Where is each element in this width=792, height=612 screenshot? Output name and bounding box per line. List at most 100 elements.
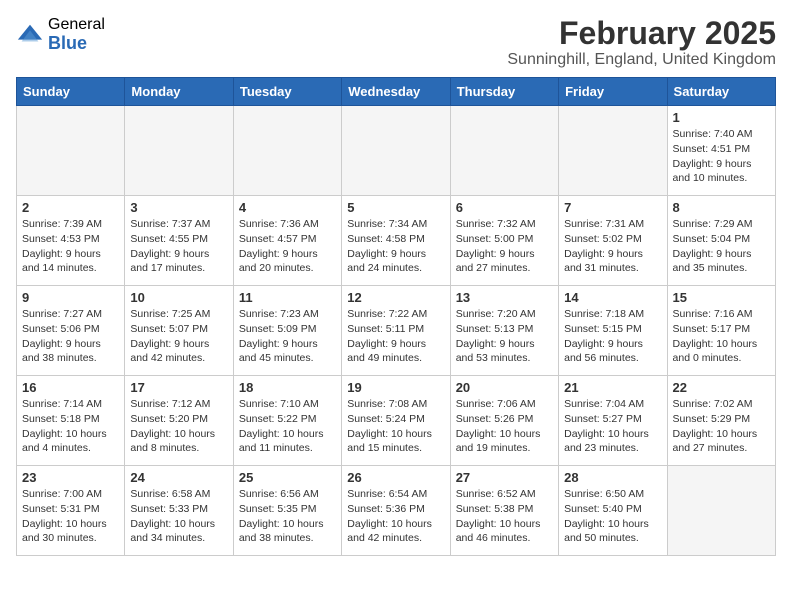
calendar-cell: 8Sunrise: 7:29 AM Sunset: 5:04 PM Daylig…: [667, 196, 775, 286]
calendar-cell: 6Sunrise: 7:32 AM Sunset: 5:00 PM Daylig…: [450, 196, 558, 286]
calendar-cell: 27 Sunrise: 6:52 AM Sunset: 5:38 PM Dayli…: [450, 466, 558, 556]
day-number: 2: [22, 200, 119, 215]
calendar-cell: 10 Sunrise: 7:25 AM Sunset: 5:07 PM Dayli…: [125, 286, 233, 376]
calendar-cell: 19 Sunrise: 7:08 AM Sunset: 5:24 PM Dayli…: [342, 376, 450, 466]
day-number: 5: [347, 200, 444, 215]
day-number: 25: [239, 470, 336, 485]
logo-blue: Blue: [48, 34, 105, 54]
weekday-header: Friday: [559, 78, 667, 106]
day-info: Sunrise: 6:58 AM Sunset: 5:33 PM Dayligh…: [130, 487, 227, 546]
day-info: Sunrise: 7:12 AM Sunset: 5:20 PM Dayligh…: [130, 397, 227, 456]
calendar-cell: 11 Sunrise: 7:23 AM Sunset: 5:09 PM Dayli…: [233, 286, 341, 376]
week-row: 9Sunrise: 7:27 AM Sunset: 5:06 PM Daylig…: [17, 286, 776, 376]
weekday-header: Wednesday: [342, 78, 450, 106]
day-info: Sunrise: 7:22 AM Sunset: 5:11 PM Dayligh…: [347, 307, 444, 366]
day-info: Sunrise: 7:39 AM Sunset: 4:53 PM Dayligh…: [22, 217, 119, 276]
logo: General Blue: [16, 16, 105, 53]
day-number: 7: [564, 200, 661, 215]
day-info: Sunrise: 7:04 AM Sunset: 5:27 PM Dayligh…: [564, 397, 661, 456]
week-row: 16 Sunrise: 7:14 AM Sunset: 5:18 PM Dayli…: [17, 376, 776, 466]
calendar-cell: [233, 106, 341, 196]
calendar-cell: 5 Sunrise: 7:34 AM Sunset: 4:58 PM Daylig…: [342, 196, 450, 286]
logo-text: General Blue: [48, 16, 105, 53]
calendar-cell: 23Sunrise: 7:00 AM Sunset: 5:31 PM Dayli…: [17, 466, 125, 556]
day-number: 11: [239, 290, 336, 305]
day-info: Sunrise: 7:00 AM Sunset: 5:31 PM Dayligh…: [22, 487, 119, 546]
day-number: 22: [673, 380, 770, 395]
weekday-header-row: SundayMondayTuesdayWednesdayThursdayFrid…: [17, 78, 776, 106]
day-number: 12: [347, 290, 444, 305]
day-info: Sunrise: 7:32 AM Sunset: 5:00 PM Dayligh…: [456, 217, 553, 276]
day-number: 15: [673, 290, 770, 305]
day-number: 14: [564, 290, 661, 305]
day-info: Sunrise: 7:02 AM Sunset: 5:29 PM Dayligh…: [673, 397, 770, 456]
calendar-cell: 13 Sunrise: 7:20 AM Sunset: 5:13 PM Dayli…: [450, 286, 558, 376]
calendar-cell: 21 Sunrise: 7:04 AM Sunset: 5:27 PM Dayli…: [559, 376, 667, 466]
day-info: Sunrise: 7:16 AM Sunset: 5:17 PM Dayligh…: [673, 307, 770, 366]
calendar-cell: 20 Sunrise: 7:06 AM Sunset: 5:26 PM Dayli…: [450, 376, 558, 466]
weekday-header: Saturday: [667, 78, 775, 106]
calendar-table: SundayMondayTuesdayWednesdayThursdayFrid…: [16, 77, 776, 556]
calendar-cell: 16 Sunrise: 7:14 AM Sunset: 5:18 PM Dayli…: [17, 376, 125, 466]
calendar-cell: 4 Sunrise: 7:36 AM Sunset: 4:57 PM Daylig…: [233, 196, 341, 286]
week-row: 1 Sunrise: 7:40 AM Sunset: 4:51 PM Daylig…: [17, 106, 776, 196]
day-number: 19: [347, 380, 444, 395]
page-header: General Blue February 2025 Sunninghill, …: [16, 16, 776, 69]
day-number: 26: [347, 470, 444, 485]
day-info: Sunrise: 7:18 AM Sunset: 5:15 PM Dayligh…: [564, 307, 661, 366]
day-number: 18: [239, 380, 336, 395]
day-number: 13: [456, 290, 553, 305]
day-number: 20: [456, 380, 553, 395]
day-info: Sunrise: 6:52 AM Sunset: 5:38 PM Dayligh…: [456, 487, 553, 546]
day-number: 4: [239, 200, 336, 215]
day-number: 24: [130, 470, 227, 485]
calendar-cell: 24 Sunrise: 6:58 AM Sunset: 5:33 PM Dayli…: [125, 466, 233, 556]
logo-general: General: [48, 16, 105, 34]
calendar-cell: [342, 106, 450, 196]
day-info: Sunrise: 7:37 AM Sunset: 4:55 PM Dayligh…: [130, 217, 227, 276]
calendar-cell: [667, 466, 775, 556]
calendar-cell: 18 Sunrise: 7:10 AM Sunset: 5:22 PM Dayli…: [233, 376, 341, 466]
calendar-cell: 12 Sunrise: 7:22 AM Sunset: 5:11 PM Dayli…: [342, 286, 450, 376]
calendar-cell: [125, 106, 233, 196]
day-info: Sunrise: 7:08 AM Sunset: 5:24 PM Dayligh…: [347, 397, 444, 456]
day-number: 10: [130, 290, 227, 305]
calendar-cell: 15 Sunrise: 7:16 AM Sunset: 5:17 PM Dayli…: [667, 286, 775, 376]
calendar-cell: [559, 106, 667, 196]
calendar-cell: 25Sunrise: 6:56 AM Sunset: 5:35 PM Dayli…: [233, 466, 341, 556]
day-info: Sunrise: 7:31 AM Sunset: 5:02 PM Dayligh…: [564, 217, 661, 276]
weekday-header: Monday: [125, 78, 233, 106]
calendar-cell: 26Sunrise: 6:54 AM Sunset: 5:36 PM Dayli…: [342, 466, 450, 556]
weekday-header: Sunday: [17, 78, 125, 106]
calendar-cell: 7 Sunrise: 7:31 AM Sunset: 5:02 PM Daylig…: [559, 196, 667, 286]
calendar-cell: 22 Sunrise: 7:02 AM Sunset: 5:29 PM Dayli…: [667, 376, 775, 466]
day-info: Sunrise: 7:29 AM Sunset: 5:04 PM Dayligh…: [673, 217, 770, 276]
title-block: February 2025 Sunninghill, England, Unit…: [507, 16, 776, 69]
day-number: 16: [22, 380, 119, 395]
calendar-cell: 3 Sunrise: 7:37 AM Sunset: 4:55 PM Daylig…: [125, 196, 233, 286]
calendar-title: February 2025: [507, 16, 776, 51]
calendar-cell: 1 Sunrise: 7:40 AM Sunset: 4:51 PM Daylig…: [667, 106, 775, 196]
day-number: 21: [564, 380, 661, 395]
calendar-cell: [450, 106, 558, 196]
calendar-cell: 28Sunrise: 6:50 AM Sunset: 5:40 PM Dayli…: [559, 466, 667, 556]
day-info: Sunrise: 7:20 AM Sunset: 5:13 PM Dayligh…: [456, 307, 553, 366]
day-number: 1: [673, 110, 770, 125]
day-number: 17: [130, 380, 227, 395]
day-info: Sunrise: 7:36 AM Sunset: 4:57 PM Dayligh…: [239, 217, 336, 276]
day-number: 27: [456, 470, 553, 485]
day-info: Sunrise: 7:34 AM Sunset: 4:58 PM Dayligh…: [347, 217, 444, 276]
calendar-cell: [17, 106, 125, 196]
day-info: Sunrise: 7:23 AM Sunset: 5:09 PM Dayligh…: [239, 307, 336, 366]
calendar-subtitle: Sunninghill, England, United Kingdom: [507, 51, 776, 69]
calendar-cell: 17 Sunrise: 7:12 AM Sunset: 5:20 PM Dayli…: [125, 376, 233, 466]
day-info: Sunrise: 7:10 AM Sunset: 5:22 PM Dayligh…: [239, 397, 336, 456]
day-info: Sunrise: 7:14 AM Sunset: 5:18 PM Dayligh…: [22, 397, 119, 456]
day-info: Sunrise: 7:06 AM Sunset: 5:26 PM Dayligh…: [456, 397, 553, 456]
weekday-header: Thursday: [450, 78, 558, 106]
day-number: 3: [130, 200, 227, 215]
day-number: 28: [564, 470, 661, 485]
day-info: Sunrise: 7:27 AM Sunset: 5:06 PM Dayligh…: [22, 307, 119, 366]
day-info: Sunrise: 7:40 AM Sunset: 4:51 PM Dayligh…: [673, 127, 770, 186]
day-info: Sunrise: 7:25 AM Sunset: 5:07 PM Dayligh…: [130, 307, 227, 366]
